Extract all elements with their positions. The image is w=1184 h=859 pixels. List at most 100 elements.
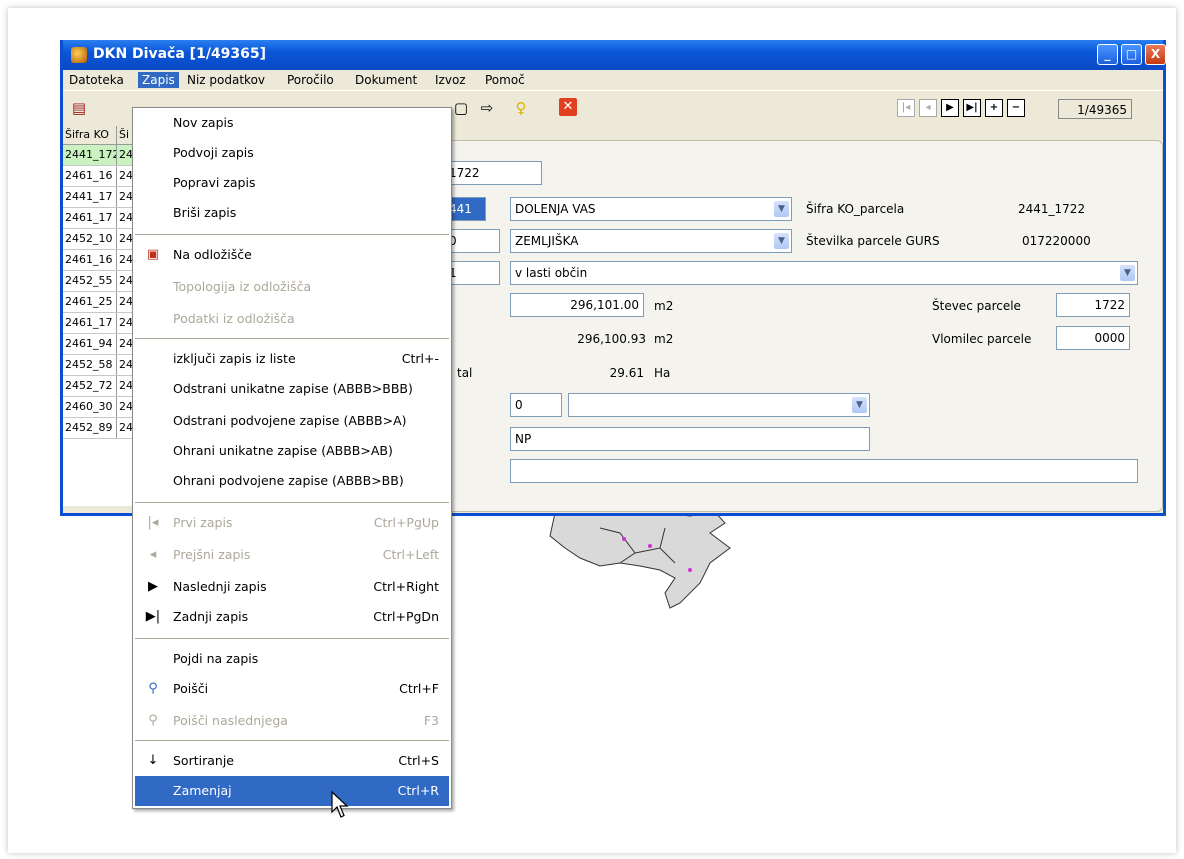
next-record-icon: ▶ (148, 579, 158, 594)
menu-item-popravi-zapis[interactable]: Popravi zapis (135, 168, 449, 198)
menu-item-ohrani-podvojene[interactable]: Ohrani podvojene zapise (ABBB>BB) (135, 466, 449, 496)
cell: 2461_94 (63, 334, 117, 354)
menu-item-label: Popravi zapis (173, 175, 256, 190)
ko-name-select[interactable]: DOLENJA VAS ▼ (510, 197, 792, 221)
last-select[interactable]: v lasti občin ▼ (510, 261, 1138, 285)
notes-field[interactable] (510, 459, 1138, 483)
table-row[interactable]: 2452_72 24 (63, 376, 141, 397)
menu-item-label: Naslednji zapis (173, 579, 267, 594)
table-row[interactable]: 2461_17 24 (63, 313, 141, 334)
menu-item-ohrani-unikatne[interactable]: Ohrani unikatne zapise (ABBB>AB) (135, 436, 449, 466)
mouse-cursor-icon (331, 790, 349, 818)
menu-porocilo[interactable]: Poročilo (283, 72, 338, 88)
vlomilec-field[interactable]: 0000 (1056, 326, 1130, 350)
np-field[interactable]: NP (510, 427, 870, 451)
cell: 2441_1722 (63, 145, 117, 165)
cell: 2461_25 (63, 292, 117, 312)
grid-header-sifra-ko[interactable]: Šifra KO (63, 126, 117, 144)
table-row[interactable]: 2461_17 24 (63, 208, 141, 229)
table-row[interactable]: 2461_16 24 (63, 250, 141, 271)
menu-izvoz[interactable]: Izvoz (431, 72, 470, 88)
table-row[interactable]: 2452_55 24 (63, 271, 141, 292)
area-unit: m2 (654, 299, 674, 313)
vrsta-code-field[interactable]: 0 (444, 229, 500, 253)
menu-item-izkljuci[interactable]: izključi zapis iz liste Ctrl+- (135, 344, 449, 374)
add-record-button[interactable]: + (985, 99, 1003, 117)
extra-select[interactable]: ▼ (568, 393, 870, 417)
menu-item-label: Poišči (173, 681, 209, 696)
minimize-button[interactable]: _ (1097, 44, 1118, 65)
extra-code-field[interactable]: 0 (510, 393, 562, 417)
map-fragment (549, 509, 731, 609)
menu-item-zamenjaj[interactable]: Zamenjaj Ctrl+R (135, 776, 449, 806)
menu-item-prvi-zapis[interactable]: |◂ Prvi zapis Ctrl+PgUp (135, 508, 449, 538)
menu-zapis[interactable]: Zapis (138, 72, 179, 88)
area-field[interactable]: 296,101.00 (510, 293, 644, 317)
menu-separator (135, 502, 449, 503)
next-record-button[interactable]: ▶ (941, 99, 959, 117)
lightbulb-icon[interactable]: ♀ (511, 98, 531, 118)
import-icon[interactable]: ⇨ (477, 98, 497, 118)
last-record-button[interactable]: ▶| (963, 99, 981, 117)
close-button[interactable]: X (1145, 44, 1166, 65)
menu-pomoc[interactable]: Pomoč (481, 72, 529, 88)
sifra-ko-parcela-value: 2441_1722 (1018, 202, 1086, 216)
delete-icon[interactable]: ✕ (559, 98, 577, 116)
clipboard-icon: ▣ (146, 247, 160, 262)
menu-datoteka[interactable]: Datoteka (65, 72, 128, 88)
table-row[interactable]: 2452_89 24 (63, 418, 141, 439)
menu-item-nov-zapis[interactable]: Nov zapis (135, 108, 449, 138)
menu-item-prejsni-zapis[interactable]: ◂ Prejšni zapis Ctrl+Left (135, 540, 449, 570)
menu-item-zadnji-zapis[interactable]: ▶| Zadnji zapis Ctrl+PgDn (135, 602, 449, 632)
menu-item-shortcut: Ctrl+F (399, 681, 439, 696)
chevron-down-icon[interactable]: ▼ (1120, 265, 1135, 281)
menu-item-poisci[interactable]: ⚲ Poišči Ctrl+F (135, 674, 449, 704)
previous-record-button[interactable]: ◂ (919, 99, 937, 117)
stevec-field[interactable]: 1722 (1056, 293, 1130, 317)
menu-item-label: izključi zapis iz liste (173, 351, 296, 366)
menu-item-podatki[interactable]: Podatki iz odložišča (135, 304, 449, 334)
chevron-down-icon[interactable]: ▼ (774, 233, 789, 249)
menu-item-brisi-zapis[interactable]: Briši zapis (135, 198, 449, 228)
menu-item-odstrani-podvojene[interactable]: Odstrani podvojene zapise (ABBB>A) (135, 406, 449, 436)
sifra-ko-parcela-label: Šifra KO_parcela (806, 202, 905, 216)
table-row[interactable]: 2460_30 24 (63, 397, 141, 418)
parcela-field[interactable]: 1722 (444, 161, 542, 185)
table-row[interactable]: 2461_16 24 (63, 166, 141, 187)
vrsta-select[interactable]: ZEMLJIŠKA ▼ (510, 229, 792, 253)
grid-header: Šifra KO Ši (63, 126, 141, 145)
table-row[interactable]: 2452_58 24 (63, 355, 141, 376)
menu-item-label: Podvoji zapis (173, 145, 254, 160)
first-record-button[interactable]: |◂ (897, 99, 915, 117)
menu-niz-podatkov[interactable]: Niz podatkov (183, 72, 269, 88)
table-row[interactable]: 2452_10 24 (63, 229, 141, 250)
menu-item-label: Odstrani podvojene zapise (ABBB>A) (173, 413, 407, 428)
table-row[interactable]: 2461_94 24 (63, 334, 141, 355)
menu-dokument[interactable]: Dokument (351, 72, 421, 88)
chevron-down-icon[interactable]: ▼ (852, 397, 867, 413)
remove-record-button[interactable]: − (1007, 99, 1025, 117)
copy-icon[interactable]: ▢ (451, 98, 471, 118)
menu-item-na-odlozisce[interactable]: ▣ Na odložišče (135, 240, 449, 270)
menu-item-odstrani-unikatne[interactable]: Odstrani unikatne zapise (ABBB>BBB) (135, 374, 449, 404)
table-row[interactable]: 2461_25 24 (63, 292, 141, 313)
search-icon: ⚲ (148, 681, 158, 696)
menu-item-poisci-naslednjega[interactable]: ⚲ Poišči naslednjega F3 (135, 706, 449, 736)
menu-item-label: Ohrani unikatne zapise (ABBB>AB) (173, 443, 393, 458)
menu-item-naslednji-zapis[interactable]: ▶ Naslednji zapis Ctrl+Right (135, 572, 449, 602)
cell: 2461_16 (63, 250, 117, 270)
menu-item-podvoji-zapis[interactable]: Podvoji zapis (135, 138, 449, 168)
maximize-button[interactable]: □ (1121, 44, 1142, 65)
table-row[interactable]: 2441_17 24 (63, 187, 141, 208)
chevron-down-icon[interactable]: ▼ (774, 201, 789, 217)
menu-item-pojdi-na-zapis[interactable]: Pojdi na zapis (135, 644, 449, 674)
menu-item-topologija[interactable]: Topologija iz odložišča (135, 272, 449, 302)
last-code-field[interactable]: 1 (444, 261, 500, 285)
title-bar[interactable]: DKN Divača [1/49365] _ □ X (63, 40, 1166, 70)
menu-item-sortiranje[interactable]: ↓ Sortiranje Ctrl+S (135, 746, 449, 776)
first-record-icon: |◂ (147, 515, 159, 530)
list-view-icon[interactable]: ▤ (69, 98, 89, 118)
table-row[interactable]: 2441_172224 (63, 145, 141, 166)
menu-item-shortcut: Ctrl+S (398, 753, 439, 768)
app-icon (71, 47, 87, 63)
